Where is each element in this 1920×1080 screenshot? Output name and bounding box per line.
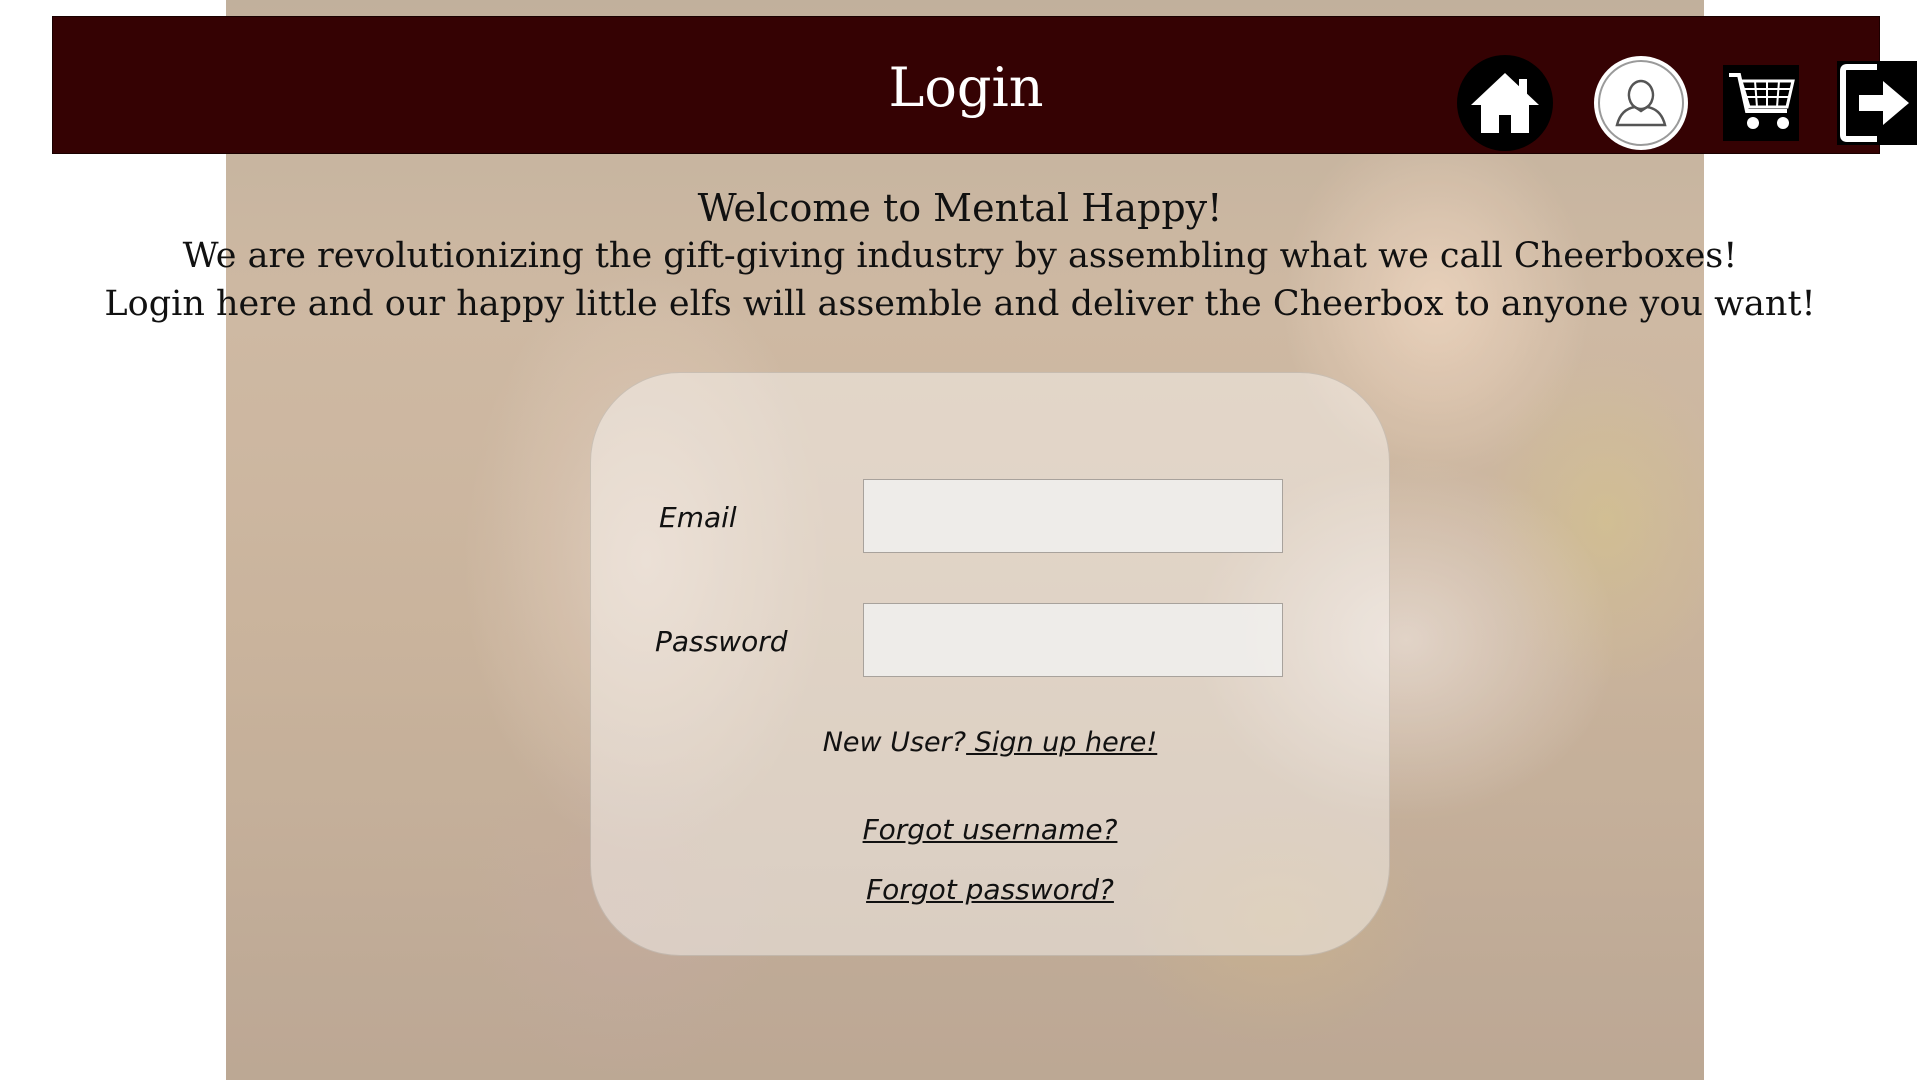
home-icon[interactable] bbox=[1457, 55, 1553, 151]
forgot-password-link[interactable]: Forgot password? bbox=[866, 873, 1114, 906]
email-label: Email bbox=[659, 501, 737, 534]
user-icon[interactable] bbox=[1593, 55, 1689, 151]
forgot-username-row: Forgot username? bbox=[591, 813, 1389, 846]
logout-icon[interactable] bbox=[1837, 61, 1917, 145]
intro-text-2: Login here and our happy little elfs wil… bbox=[104, 284, 1816, 324]
email-field[interactable] bbox=[863, 479, 1283, 553]
intro-text-1: We are revolutionizing the gift-giving i… bbox=[182, 236, 1738, 276]
signup-link[interactable]: Sign up here! bbox=[966, 727, 1158, 758]
cart-icon[interactable] bbox=[1723, 65, 1799, 141]
password-field[interactable] bbox=[863, 603, 1283, 677]
login-card: Email Password New User? Sign up here! F… bbox=[590, 372, 1390, 956]
welcome-heading: Welcome to Mental Happy! bbox=[697, 186, 1223, 230]
new-user-text: New User? bbox=[822, 727, 967, 758]
forgot-username-link[interactable]: Forgot username? bbox=[863, 813, 1118, 846]
forgot-password-row: Forgot password? bbox=[591, 873, 1389, 906]
header-bar: Login bbox=[52, 16, 1917, 154]
signup-prompt: New User? Sign up here! bbox=[591, 727, 1389, 758]
password-label: Password bbox=[655, 625, 788, 658]
